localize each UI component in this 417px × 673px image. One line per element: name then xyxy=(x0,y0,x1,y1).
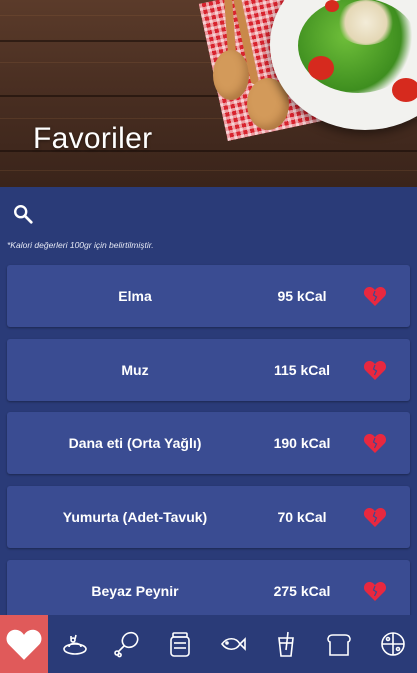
nav-fastfood[interactable] xyxy=(370,615,416,673)
jar-icon xyxy=(170,632,190,657)
heart-icon[interactable] xyxy=(363,506,387,528)
food-kcal: 115 kCal xyxy=(273,362,331,378)
pizza-icon xyxy=(381,632,405,656)
calorie-note: *Kalori değerleri 100gr için belirtilmiş… xyxy=(7,240,154,250)
food-kcal: 275 kCal xyxy=(273,583,331,599)
food-row[interactable]: Muz 115 kCal xyxy=(7,339,410,401)
wooden-spoon-image xyxy=(213,50,249,100)
heart-icon[interactable] xyxy=(363,432,387,454)
dairy-icon xyxy=(63,634,87,655)
food-kcal: 95 kCal xyxy=(277,288,327,304)
page-title: Favoriler xyxy=(33,122,153,155)
nav-favorites[interactable] xyxy=(0,615,48,673)
food-row[interactable]: Yumurta (Adet-Tavuk) 70 kCal xyxy=(7,486,410,548)
nav-meat[interactable] xyxy=(104,615,150,673)
heart-icon[interactable] xyxy=(363,580,387,602)
food-row[interactable]: Beyaz Peynir 275 kCal xyxy=(7,560,410,622)
header-banner: Favoriler xyxy=(0,0,417,187)
nav-dairy[interactable] xyxy=(52,615,98,673)
heart-icon xyxy=(6,629,42,660)
food-row[interactable]: Dana eti (Orta Yağlı) 190 kCal xyxy=(7,412,410,474)
nav-packaged[interactable] xyxy=(157,615,203,673)
chicken-leg-icon xyxy=(114,631,139,658)
heart-icon[interactable] xyxy=(363,285,387,307)
food-kcal: 190 kCal xyxy=(273,435,331,451)
bread-icon xyxy=(327,634,351,656)
food-kcal: 70 kCal xyxy=(277,509,327,525)
fish-icon xyxy=(221,637,246,651)
food-name: Elma xyxy=(118,288,152,304)
nav-fish[interactable] xyxy=(210,615,256,673)
food-name: Beyaz Peynir xyxy=(91,583,179,599)
bottom-nav xyxy=(0,615,417,673)
food-name: Muz xyxy=(121,362,149,378)
heart-icon[interactable] xyxy=(363,359,387,381)
nav-bakery[interactable] xyxy=(316,615,362,673)
search-icon[interactable] xyxy=(12,203,34,225)
food-name: Yumurta (Adet-Tavuk) xyxy=(62,509,208,525)
food-name: Dana eti (Orta Yağlı) xyxy=(68,435,202,451)
nav-drinks[interactable] xyxy=(263,615,309,673)
drink-icon xyxy=(278,631,294,657)
food-row[interactable]: Elma 95 kCal xyxy=(7,265,410,327)
